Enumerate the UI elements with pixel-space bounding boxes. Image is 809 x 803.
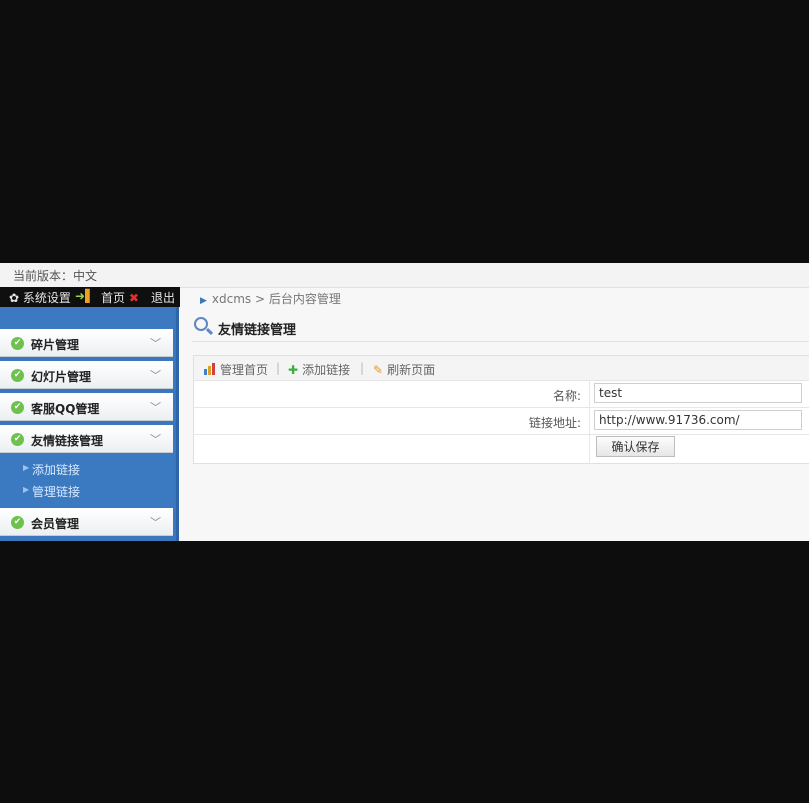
check-icon: ✔ (11, 516, 24, 529)
search-icon (194, 317, 208, 331)
add-link-button[interactable]: ✚ 添加链接 (288, 361, 350, 378)
sidebar-item-label: 友情链接管理 (31, 434, 104, 448)
sidebar: ✔ 碎片管理 ﹀ ✔ 幻灯片管理 ﹀ ✔ 客服QQ管理 ﹀ ✔ 友情链接管理 ﹀… (0, 307, 179, 541)
check-icon: ✔ (11, 401, 24, 414)
sidebar-item-friend-links[interactable]: ✔ 友情链接管理 ﹀ (0, 425, 173, 453)
submenu-label: 添加链接 (32, 463, 81, 477)
refresh-button[interactable]: ✎ 刷新页面 (373, 361, 435, 378)
page-title: 友情链接管理 (218, 323, 297, 338)
sidebar-item-qq-service[interactable]: ✔ 客服QQ管理 ﹀ (0, 393, 173, 421)
chevron-down-icon: ﹀ (150, 369, 161, 382)
chevron-down-icon: ﹀ (150, 337, 161, 350)
arrow-right-icon: ▶ (23, 485, 30, 494)
logout-link[interactable]: 退出 (151, 289, 175, 306)
check-icon: ✔ (11, 369, 24, 382)
sidebar-item-label: 碎片管理 (31, 338, 80, 352)
home-label: 首页 (101, 291, 126, 305)
save-button[interactable]: 确认保存 (596, 436, 675, 457)
settings-link[interactable]: ✿ 系统设置 (9, 289, 71, 306)
triangle-right-icon: ▶ (200, 296, 207, 306)
chevron-down-icon: ﹀ (150, 516, 161, 529)
url-input[interactable] (594, 410, 802, 430)
refresh-label: 刷新页面 (387, 363, 436, 377)
name-label: 名称: (552, 389, 581, 403)
sidebar-item-fragments[interactable]: ✔ 碎片管理 ﹀ (0, 329, 173, 357)
pencil-icon: ✎ (373, 363, 384, 377)
check-icon: ✔ (11, 433, 24, 446)
manage-home-button[interactable]: 管理首页 (204, 361, 268, 378)
bar-chart-icon (204, 363, 217, 375)
page-title-bar: 友情链接管理 (192, 317, 809, 342)
friend-links-submenu: ▶ 添加链接 ▶ 管理链接 (0, 453, 173, 507)
version-bar: 当前版本：中文 (0, 263, 809, 288)
name-input[interactable] (594, 383, 802, 403)
main-content: ▶ xdcms > 后台内容管理 友情链接管理 管理首页 | ✚ 添加链接 | … (192, 287, 809, 541)
sidebar-item-members[interactable]: ✔ 会员管理 ﹀ (0, 508, 173, 536)
panel-toolbar: 管理首页 | ✚ 添加链接 | ✎ 刷新页面 (194, 356, 809, 381)
admin-app: 当前版本：中文 ✿ 系统设置 ➜▌ 首页 ✖ 退出 ✔ 碎片管理 ﹀ ✔ 幻灯片… (0, 263, 809, 541)
url-label: 链接地址: (528, 416, 581, 430)
arrow-right-icon: ▶ (23, 463, 30, 472)
check-icon: ✔ (11, 337, 24, 350)
chevron-down-icon: ﹀ (150, 433, 161, 446)
toolbar-separator: | (276, 361, 281, 375)
sidebar-item-slides[interactable]: ✔ 幻灯片管理 ﹀ (0, 361, 173, 389)
form-panel: 管理首页 | ✚添加链接 | ✎刷新页面 名称: 链接地址: 确认保 (193, 355, 809, 464)
submenu-add-link[interactable]: ▶ 添加链接 (23, 461, 81, 478)
sidebar-header (0, 307, 173, 329)
settings-label: 系统设置 (22, 291, 71, 305)
close-icon: ✖ (128, 291, 139, 305)
top-toolbar: ✿ 系统设置 ➜▌ 首页 ✖ 退出 (0, 287, 180, 307)
sidebar-item-label: 幻灯片管理 (31, 370, 92, 384)
submenu-label: 管理链接 (32, 485, 81, 499)
toolbar-separator: | (360, 361, 365, 375)
breadcrumb-text: xdcms > 后台内容管理 (211, 292, 341, 306)
home-arrow-icon: ➜▌ (75, 289, 95, 303)
sidebar-item-label: 会员管理 (31, 517, 80, 531)
home-link[interactable]: 首页 ✖ (101, 289, 139, 306)
manage-home-label: 管理首页 (220, 363, 269, 377)
chevron-down-icon: ﹀ (150, 401, 161, 414)
sidebar-item-label: 客服QQ管理 (31, 402, 100, 416)
submenu-manage-links[interactable]: ▶ 管理链接 (23, 483, 81, 500)
gear-icon: ✿ (9, 291, 20, 305)
add-link-label: 添加链接 (302, 363, 351, 377)
version-text: 当前版本：中文 (13, 269, 98, 283)
breadcrumb: ▶ xdcms > 后台内容管理 (200, 290, 341, 307)
plus-icon: ✚ (288, 363, 299, 377)
form-row-url: 链接地址: (194, 408, 809, 435)
form-row-name: 名称: (194, 381, 809, 408)
